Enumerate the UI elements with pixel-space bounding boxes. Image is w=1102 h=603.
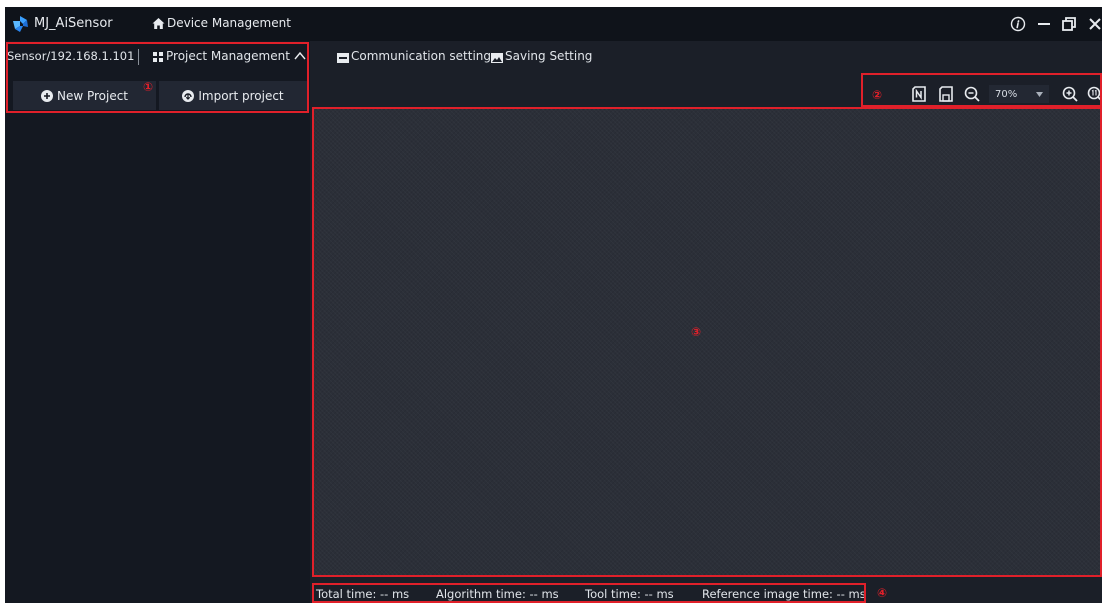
annotation-number-3: ③ (691, 325, 702, 339)
app-window: MJ_AiSensor Device Management Sensor/192… (5, 7, 1102, 603)
close-icon[interactable] (1087, 16, 1102, 32)
annotation-box-4 (312, 583, 866, 603)
sidebar: Sensor/192.168.1.101 Project Management … (5, 41, 310, 603)
saving-setting-tab[interactable]: Saving Setting (505, 49, 592, 63)
annotation-box-3 (312, 107, 1102, 577)
annotation-number-2: ② (872, 88, 883, 102)
home-icon[interactable] (152, 17, 165, 30)
info-icon[interactable] (1010, 16, 1026, 32)
device-management-link[interactable]: Device Management (167, 16, 291, 30)
app-title: MJ_AiSensor (34, 16, 113, 31)
communication-settings-tab[interactable]: Communication settings (351, 49, 497, 63)
annotation-number-1: ① (143, 80, 154, 94)
annotation-number-4: ④ (877, 586, 888, 600)
restore-icon[interactable] (1061, 16, 1077, 32)
title-bar: MJ_AiSensor Device Management (5, 7, 1102, 41)
minimize-icon[interactable] (1036, 16, 1052, 32)
communication-icon (337, 53, 349, 63)
annotation-box-1 (6, 42, 309, 113)
image-icon (491, 53, 503, 63)
annotation-box-2 (861, 73, 1102, 107)
app-logo-icon (13, 16, 28, 32)
